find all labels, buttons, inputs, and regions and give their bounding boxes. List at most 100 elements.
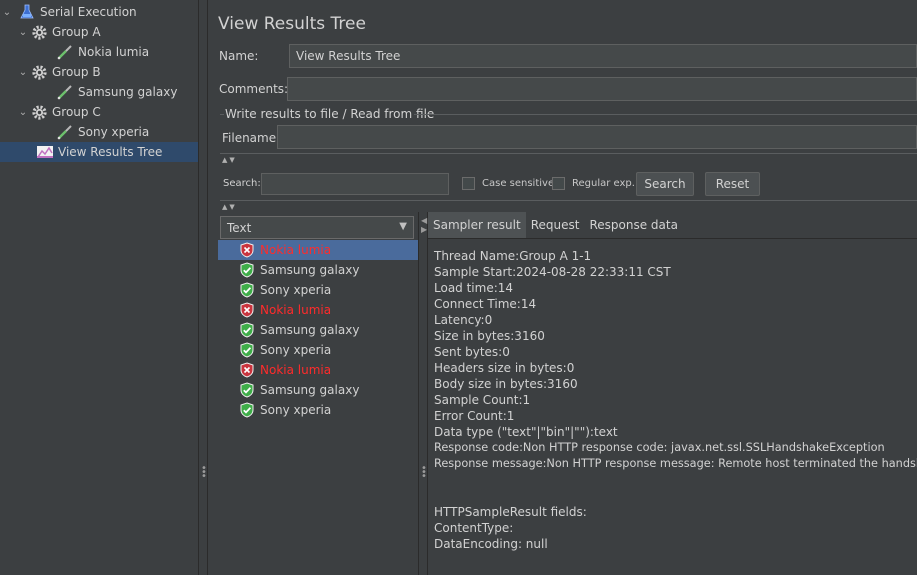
list-item-label: Nokia lumia <box>260 303 332 317</box>
tree-item-label: Nokia lumia <box>78 45 150 59</box>
expand-arrows-icon[interactable]: ◀ ▶ <box>421 216 427 234</box>
result-line: Thread Name:Group A 1-1 <box>434 249 592 263</box>
list-item[interactable]: Nokia lumia <box>218 240 418 260</box>
result-line: Sample Count:1 <box>434 393 531 407</box>
tree-item-group-b[interactable]: ⌄ Group B <box>0 62 198 82</box>
search-button[interactable]: Search <box>636 172 694 196</box>
splitter-grip[interactable]: • • • <box>421 464 427 482</box>
shield-x-icon <box>239 302 255 318</box>
result-line: Load time:14 <box>434 281 514 295</box>
name-field[interactable]: View Results Tree <box>289 44 917 68</box>
comments-field[interactable] <box>287 77 917 101</box>
tree-item-view-results-tree[interactable]: View Results Tree <box>0 142 198 162</box>
result-line: Response code:Non HTTP response code: ja… <box>434 441 885 454</box>
pipette-icon <box>56 123 74 141</box>
chevron-down-icon[interactable]: ⌄ <box>16 67 30 78</box>
splitter-left[interactable]: • • • <box>198 0 208 575</box>
group-border <box>414 114 917 115</box>
tree-item-label: Group C <box>52 105 101 119</box>
list-item-label: Sony xperia <box>260 283 332 297</box>
chevron-down-icon[interactable]: ⌄ <box>0 7 14 18</box>
tree-item-label: Serial Execution <box>40 5 137 19</box>
tree-item-label: Samsung galaxy <box>78 85 178 99</box>
comments-label: Comments: <box>219 82 289 96</box>
filename-label: Filename <box>222 131 277 145</box>
tree-item-nokia-lumia[interactable]: Nokia lumia <box>0 42 198 62</box>
divider <box>220 153 917 154</box>
list-item[interactable]: Nokia lumia <box>218 360 418 380</box>
test-plan-tree[interactable]: ⌄ Serial Execution ⌄ Group A Nokia lumia… <box>0 0 198 575</box>
list-item[interactable]: Sony xperia <box>218 400 418 420</box>
tree-item-sony-xperia[interactable]: Sony xperia <box>0 122 198 142</box>
result-line: Headers size in bytes:0 <box>434 361 575 375</box>
collapse-arrows-icon[interactable]: ▲▼ <box>222 156 237 164</box>
case-sensitive-label: Case sensitive <box>482 178 555 189</box>
tree-item-label: Sony xperia <box>78 125 150 139</box>
result-tabs: Sampler result Request Response data <box>428 212 683 238</box>
list-item[interactable]: Samsung galaxy <box>218 260 418 280</box>
shield-check-icon <box>239 322 255 338</box>
result-line: HTTPSampleResult fields: <box>434 505 587 519</box>
result-line: ContentType: <box>434 521 514 535</box>
tree-item-label: Group A <box>52 25 101 39</box>
sampler-result-text[interactable]: Thread Name:Group A 1-1 Sample Start:202… <box>428 238 917 575</box>
result-line: Response message:Non HTTP response messa… <box>434 457 917 470</box>
group-border <box>220 114 224 115</box>
collapse-arrows-icon[interactable]: ▲▼ <box>222 203 237 211</box>
chevron-down-icon[interactable]: ⌄ <box>16 107 30 118</box>
tab-response-data[interactable]: Response data <box>584 212 682 238</box>
result-line: Data type ("text"|"bin"|""):text <box>434 425 618 439</box>
result-line: DataEncoding: null <box>434 537 548 551</box>
splitter-middle[interactable]: ◀ ▶ • • • <box>418 212 428 575</box>
shield-x-icon <box>239 362 255 378</box>
reset-button[interactable]: Reset <box>705 172 760 196</box>
regular-exp-checkbox[interactable] <box>552 177 565 190</box>
renderer-select[interactable]: Text ▼ <box>220 216 414 239</box>
graph-icon <box>36 143 54 161</box>
search-label: Search: <box>223 178 261 189</box>
list-item[interactable]: Sony xperia <box>218 280 418 300</box>
list-item-label: Nokia lumia <box>260 363 332 377</box>
gear-icon <box>30 23 48 41</box>
result-line: Error Count:1 <box>434 409 515 423</box>
result-line: Connect Time:14 <box>434 297 537 311</box>
tree-item-serial-execution[interactable]: ⌄ Serial Execution <box>0 2 198 22</box>
list-item-label: Sony xperia <box>260 403 332 417</box>
tree-item-group-a[interactable]: ⌄ Group A <box>0 22 198 42</box>
list-item[interactable]: Sony xperia <box>218 340 418 360</box>
list-item[interactable]: Nokia lumia <box>218 300 418 320</box>
chevron-down-icon[interactable]: ▼ <box>399 221 407 232</box>
divider <box>220 200 917 201</box>
view-results-tree-panel: View Results Tree Name: View Results Tre… <box>208 0 917 575</box>
shield-check-icon <box>239 342 255 358</box>
results-list[interactable]: Nokia lumia Samsung galaxy Sony xperia N… <box>216 240 418 575</box>
list-item-label: Samsung galaxy <box>260 383 360 397</box>
renderer-select-value: Text <box>227 220 252 235</box>
list-item-label: Samsung galaxy <box>260 263 360 277</box>
shield-check-icon <box>239 382 255 398</box>
list-item-label: Nokia lumia <box>260 243 332 257</box>
flask-icon <box>18 3 36 21</box>
page-title: View Results Tree <box>218 14 366 34</box>
list-item-label: Sony xperia <box>260 343 332 357</box>
result-line: Size in bytes:3160 <box>434 329 545 343</box>
shield-check-icon <box>239 402 255 418</box>
shield-check-icon <box>239 262 255 278</box>
list-item[interactable]: Samsung galaxy <box>218 320 418 340</box>
splitter-grip[interactable]: • • • <box>201 464 207 482</box>
tree-item-group-c[interactable]: ⌄ Group C <box>0 102 198 122</box>
filename-field[interactable] <box>277 125 917 149</box>
gear-icon <box>30 103 48 121</box>
result-line: Latency:0 <box>434 313 493 327</box>
result-line: Sent bytes:0 <box>434 345 510 359</box>
search-input[interactable] <box>261 173 449 195</box>
result-line: Body size in bytes:3160 <box>434 377 578 391</box>
tab-request[interactable]: Request <box>526 212 585 238</box>
result-line: Sample Start:2024-08-28 22:33:11 CST <box>434 265 671 279</box>
pipette-icon <box>56 83 74 101</box>
tab-sampler-result[interactable]: Sampler result <box>428 212 526 238</box>
case-sensitive-checkbox[interactable] <box>462 177 475 190</box>
tree-item-samsung-galaxy[interactable]: Samsung galaxy <box>0 82 198 102</box>
chevron-down-icon[interactable]: ⌄ <box>16 27 30 38</box>
list-item[interactable]: Samsung galaxy <box>218 380 418 400</box>
